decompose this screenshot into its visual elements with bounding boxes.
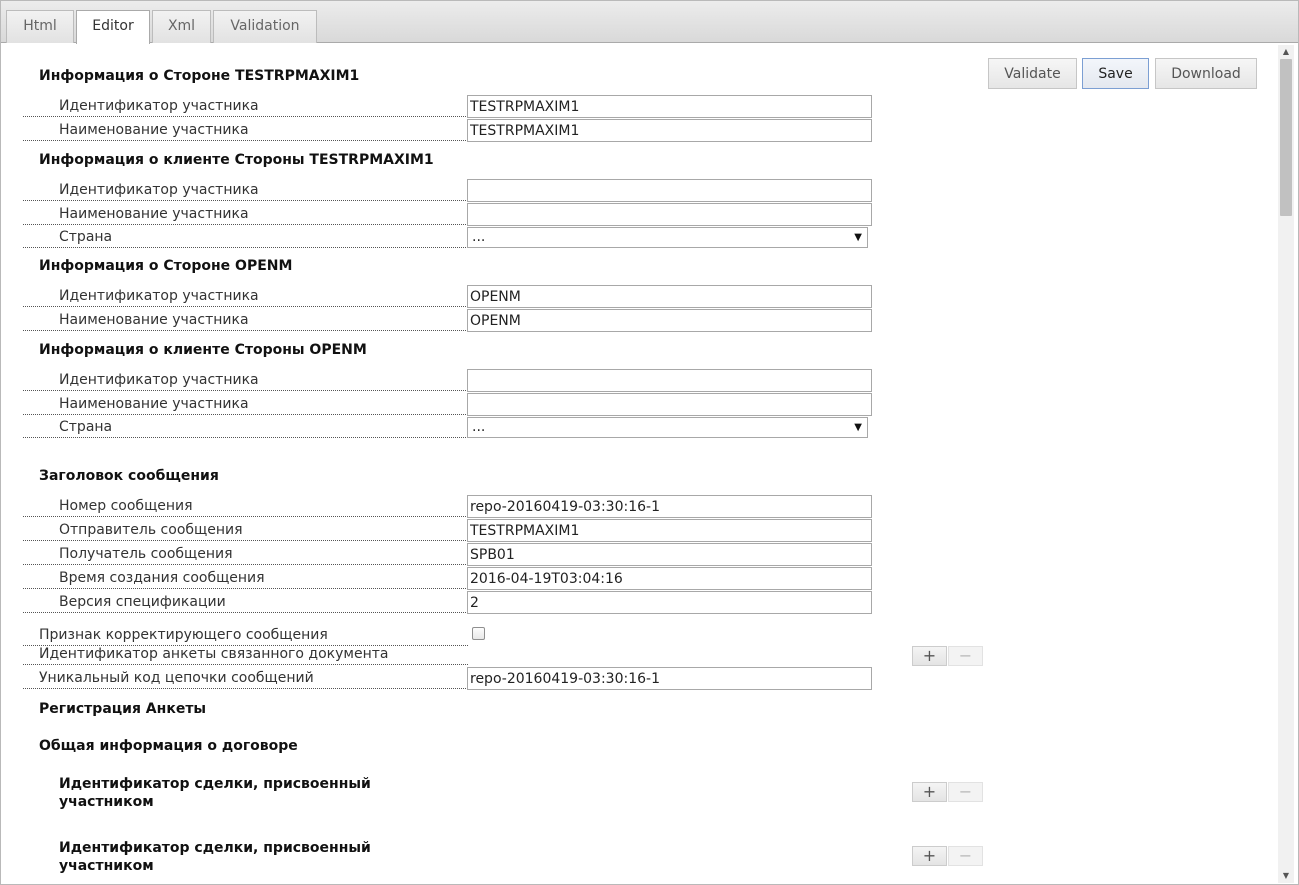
- msg-num-label: Номер сообщения: [23, 495, 468, 517]
- section-title-party1: Информация о Стороне TESTRPMAXIM1: [39, 68, 360, 84]
- deal-id-1-add-button[interactable]: +: [912, 782, 947, 802]
- client1-id-label: Идентификатор участника: [23, 179, 468, 201]
- party1-name-label: Наименование участника: [23, 119, 468, 141]
- chain-label: Уникальный код цепочки сообщений: [23, 667, 468, 689]
- section-title-header: Заголовок сообщения: [39, 468, 219, 484]
- chain-input[interactable]: [467, 667, 872, 690]
- party2-name-label: Наименование участника: [23, 309, 468, 331]
- tab-editor[interactable]: Editor: [76, 10, 150, 44]
- party1-name-input[interactable]: [467, 119, 872, 142]
- party1-id-label: Идентификатор участника: [23, 95, 468, 117]
- linked-doc-label: Идентификатор анкеты связанного документ…: [23, 643, 468, 665]
- validate-button[interactable]: Validate: [988, 58, 1077, 89]
- download-button[interactable]: Download: [1155, 58, 1257, 89]
- client1-country-value: ...: [472, 229, 486, 245]
- client2-id-label: Идентификатор участника: [23, 369, 468, 391]
- chevron-down-icon: ▼: [854, 422, 862, 433]
- linked-remove-button[interactable]: −: [948, 646, 983, 666]
- section-title-client2: Информация о клиенте Стороны OPENM: [39, 342, 367, 358]
- client1-name-input[interactable]: [467, 203, 872, 226]
- correcting-checkbox[interactable]: [472, 627, 485, 640]
- client1-country-label: Страна: [23, 226, 468, 248]
- save-button[interactable]: Save: [1082, 58, 1149, 89]
- section-title-registration: Регистрация Анкеты: [39, 701, 207, 717]
- client2-country-value: ...: [472, 419, 486, 435]
- chevron-down-icon: ▼: [854, 232, 862, 243]
- party1-id-input[interactable]: [467, 95, 872, 118]
- client2-country-select[interactable]: ... ▼: [467, 417, 868, 438]
- scroll-up-icon[interactable]: ▲: [1278, 45, 1294, 59]
- deal-id-title-1: Идентификатор сделки, присвоенный участн…: [59, 776, 371, 810]
- vertical-scrollbar[interactable]: ▲ ▼: [1278, 45, 1294, 883]
- editor-form: Validate Save Download Информация о Стор…: [1, 44, 1278, 884]
- party2-id-label: Идентификатор участника: [23, 285, 468, 307]
- client2-id-input[interactable]: [467, 369, 872, 392]
- created-input[interactable]: [467, 567, 872, 590]
- scroll-down-icon[interactable]: ▼: [1278, 869, 1294, 883]
- deal-id-title-2: Идентификатор сделки, присвоенный участн…: [59, 840, 371, 874]
- section-title-client1: Информация о клиенте Стороны TESTRPMAXIM…: [39, 152, 434, 168]
- tab-xml[interactable]: Xml: [152, 10, 211, 43]
- receiver-label: Получатель сообщения: [23, 543, 468, 565]
- client1-id-input[interactable]: [467, 179, 872, 202]
- version-input[interactable]: [467, 591, 872, 614]
- section-title-party2: Информация о Стороне OPENM: [39, 258, 293, 274]
- receiver-input[interactable]: [467, 543, 872, 566]
- created-label: Время создания сообщения: [23, 567, 468, 589]
- client2-name-label: Наименование участника: [23, 393, 468, 415]
- deal-id-1-remove-button[interactable]: −: [948, 782, 983, 802]
- client2-name-input[interactable]: [467, 393, 872, 416]
- linked-add-button[interactable]: +: [912, 646, 947, 666]
- version-label: Версия спецификации: [23, 591, 468, 613]
- deal-id-2-remove-button[interactable]: −: [948, 846, 983, 866]
- client1-name-label: Наименование участника: [23, 203, 468, 225]
- client1-country-select[interactable]: ... ▼: [467, 227, 868, 248]
- tab-validation[interactable]: Validation: [213, 10, 317, 43]
- party2-name-input[interactable]: [467, 309, 872, 332]
- party2-id-input[interactable]: [467, 285, 872, 308]
- editor-window: Html Editor Xml Validation Validate Save…: [0, 0, 1299, 885]
- scrollbar-thumb[interactable]: [1280, 59, 1292, 216]
- deal-id-2-add-button[interactable]: +: [912, 846, 947, 866]
- sender-input[interactable]: [467, 519, 872, 542]
- msg-num-input[interactable]: [467, 495, 872, 518]
- tab-html[interactable]: Html: [6, 10, 74, 43]
- sender-label: Отправитель сообщения: [23, 519, 468, 541]
- tab-bar: Html Editor Xml Validation: [1, 1, 1298, 44]
- section-title-contract: Общая информация о договоре: [39, 738, 298, 754]
- client2-country-label: Страна: [23, 416, 468, 438]
